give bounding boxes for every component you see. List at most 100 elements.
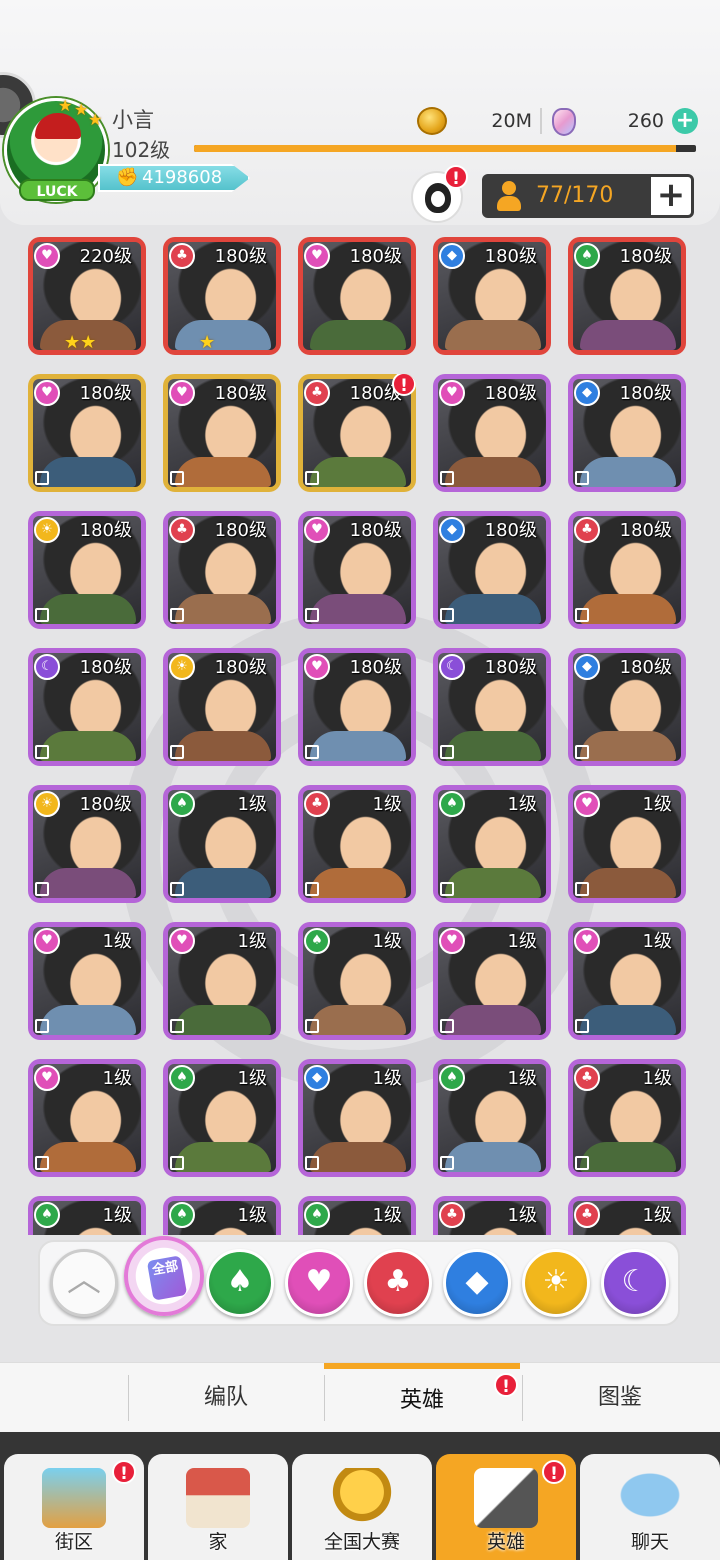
hero-level: 1级 [237, 1205, 267, 1226]
hero-card[interactable]: ♣ 180级 [568, 511, 686, 629]
sun-element-icon: ☀ [34, 791, 60, 817]
hero-card[interactable]: ♥ 180级 [298, 511, 416, 629]
hero-grid[interactable]: ♥ 220级 ★★ ♣ 180级 ★ ♥ 180级 ◆ 180级 ♠ 180级 ♥ 180级 ♥ 180级 ♣ 1… [0, 230, 720, 1235]
hero-card[interactable]: ♥ 1级 [568, 785, 686, 903]
diamond-element-icon: ◆ [439, 243, 465, 269]
hero-level: 180级 [484, 657, 537, 678]
hero-outfit [310, 594, 406, 624]
heart-element-icon: ♥ [439, 380, 465, 406]
rarity-corner-icon [305, 1156, 319, 1170]
hero-card[interactable]: ♣ 1级 [568, 1196, 686, 1235]
hero-card[interactable]: ♠ 1级 [28, 1196, 146, 1235]
hero-card[interactable]: ♥ 180级 [433, 374, 551, 492]
nav-tournament[interactable]: 全国大赛 [292, 1454, 432, 1560]
hero-level: 180级 [214, 246, 267, 267]
tab-heroes[interactable]: 英雄 [324, 1363, 520, 1433]
collapse-button[interactable]: ︿ [50, 1249, 118, 1317]
filter-heart-button[interactable]: ♥ [285, 1249, 353, 1317]
hero-card[interactable]: ♥ 1级 [433, 922, 551, 1040]
heart-element-icon: ♥ [169, 380, 195, 406]
moon-element-icon: ☾ [34, 654, 60, 680]
filter-moon-button[interactable]: ☾ [601, 1249, 669, 1317]
nav-label: 聊天 [630, 1531, 669, 1553]
hero-card[interactable]: ♣ 180级 [163, 511, 281, 629]
hero-card[interactable]: ♣ 180级! [298, 374, 416, 492]
filter-club-button[interactable]: ♣ [364, 1249, 432, 1317]
hero-card[interactable]: ♠ 1级 [298, 1196, 416, 1235]
hero-card[interactable]: ♠ 1级 [298, 922, 416, 1040]
nav-chat[interactable]: 聊天 [580, 1454, 720, 1560]
rarity-corner-icon [440, 1156, 454, 1170]
hero-card[interactable]: ☀ 180级 [28, 511, 146, 629]
hero-card[interactable]: ♠ 1级 [163, 1196, 281, 1235]
power-value: 4198608 [142, 167, 223, 188]
hero-card[interactable]: ♥ 180级 [298, 648, 416, 766]
tab-codex[interactable]: 图鉴 [522, 1363, 718, 1433]
hero-card[interactable]: ♥ 1级 [28, 1059, 146, 1177]
nav-district[interactable]: 街区 ! [4, 1454, 144, 1560]
expand-roster-button[interactable]: + [648, 174, 694, 218]
rarity-corner-icon [170, 608, 184, 622]
hero-card[interactable]: ♣ 1级 [298, 785, 416, 903]
star-icon: ★ [88, 110, 103, 129]
rarity-corner-icon [575, 1156, 589, 1170]
hero-outfit [580, 1005, 676, 1035]
hero-card[interactable]: ♠ 1级 [163, 785, 281, 903]
nav-home[interactable]: 家 [148, 1454, 288, 1560]
diamond-element-icon: ◆ [574, 654, 600, 680]
hero-card[interactable]: ♠ 1级 [433, 785, 551, 903]
coin-icon [417, 107, 447, 135]
hero-card[interactable]: ♥ 180级 [28, 374, 146, 492]
tab-formation[interactable]: 编队 [128, 1363, 324, 1433]
hero-outfit [445, 594, 541, 624]
currency-divider [540, 108, 542, 134]
hero-outfit [40, 1005, 136, 1035]
rarity-corner-icon [35, 471, 49, 485]
spade-element-icon: ♠ [304, 1202, 330, 1228]
rarity-corner-icon [440, 745, 454, 759]
hero-card[interactable]: ◆ 180级 [433, 237, 551, 355]
hero-card[interactable]: ☀ 180级 [163, 648, 281, 766]
hero-card[interactable]: ♥ 1级 [28, 922, 146, 1040]
hero-card[interactable]: ♠ 1级 [163, 1059, 281, 1177]
hero-card[interactable]: ♥ 180级 [163, 374, 281, 492]
filter-sun-button[interactable]: ☀ [522, 1249, 590, 1317]
hero-level: 180级 [619, 383, 672, 404]
hero-card[interactable]: ◆ 180级 [568, 374, 686, 492]
rarity-corner-icon [35, 608, 49, 622]
filter-diamond-button[interactable]: ◆ [443, 1249, 511, 1317]
filter-all-button[interactable]: 全部 [124, 1236, 204, 1316]
hero-card[interactable]: ♠ 180级 [568, 237, 686, 355]
spade-element-icon: ♠ [439, 791, 465, 817]
spade-element-icon: ♠ [439, 1065, 465, 1091]
hero-card[interactable]: ☾ 180级 [28, 648, 146, 766]
trophy-icon [330, 1468, 394, 1528]
hero-card[interactable]: ♣ 1级 [568, 1059, 686, 1177]
nav-heroes[interactable]: 英雄 ! [436, 1454, 576, 1560]
hero-card[interactable]: ♣ 180级 ★ [163, 237, 281, 355]
club-element-icon: ♣ [304, 380, 330, 406]
heart-element-icon: ♥ [169, 928, 195, 954]
hero-outfit [310, 868, 406, 898]
hero-card[interactable]: ◆ 180级 [433, 511, 551, 629]
hero-card[interactable]: ☀ 180级 [28, 785, 146, 903]
hero-card[interactable]: ◆ 180级 [568, 648, 686, 766]
hero-outfit [175, 868, 271, 898]
hero-card[interactable]: ♠ 1级 [433, 1059, 551, 1177]
add-gems-button[interactable]: + [672, 108, 698, 134]
hero-level: 1级 [642, 931, 672, 952]
hero-level: 1级 [642, 1205, 672, 1226]
hero-card[interactable]: ♥ 1级 [163, 922, 281, 1040]
hero-card[interactable]: ♣ 1级 [433, 1196, 551, 1235]
bottom-nav: 街区 ! 家 全国大赛 英雄 ! 聊天 [0, 1432, 720, 1560]
hero-outfit [580, 1142, 676, 1172]
hero-card[interactable]: ◆ 1级 [298, 1059, 416, 1177]
hero-card[interactable]: ♥ 180级 [298, 237, 416, 355]
hero-card[interactable]: ♥ 220级 ★★ [28, 237, 146, 355]
filter-spade-button[interactable]: ♠ [206, 1249, 274, 1317]
hero-card[interactable]: ☾ 180级 [433, 648, 551, 766]
hero-card[interactable]: ♥ 1级 [568, 922, 686, 1040]
chat-bubble-icon [618, 1468, 682, 1528]
hero-outfit [445, 320, 541, 350]
sun-element-icon: ☀ [34, 517, 60, 543]
